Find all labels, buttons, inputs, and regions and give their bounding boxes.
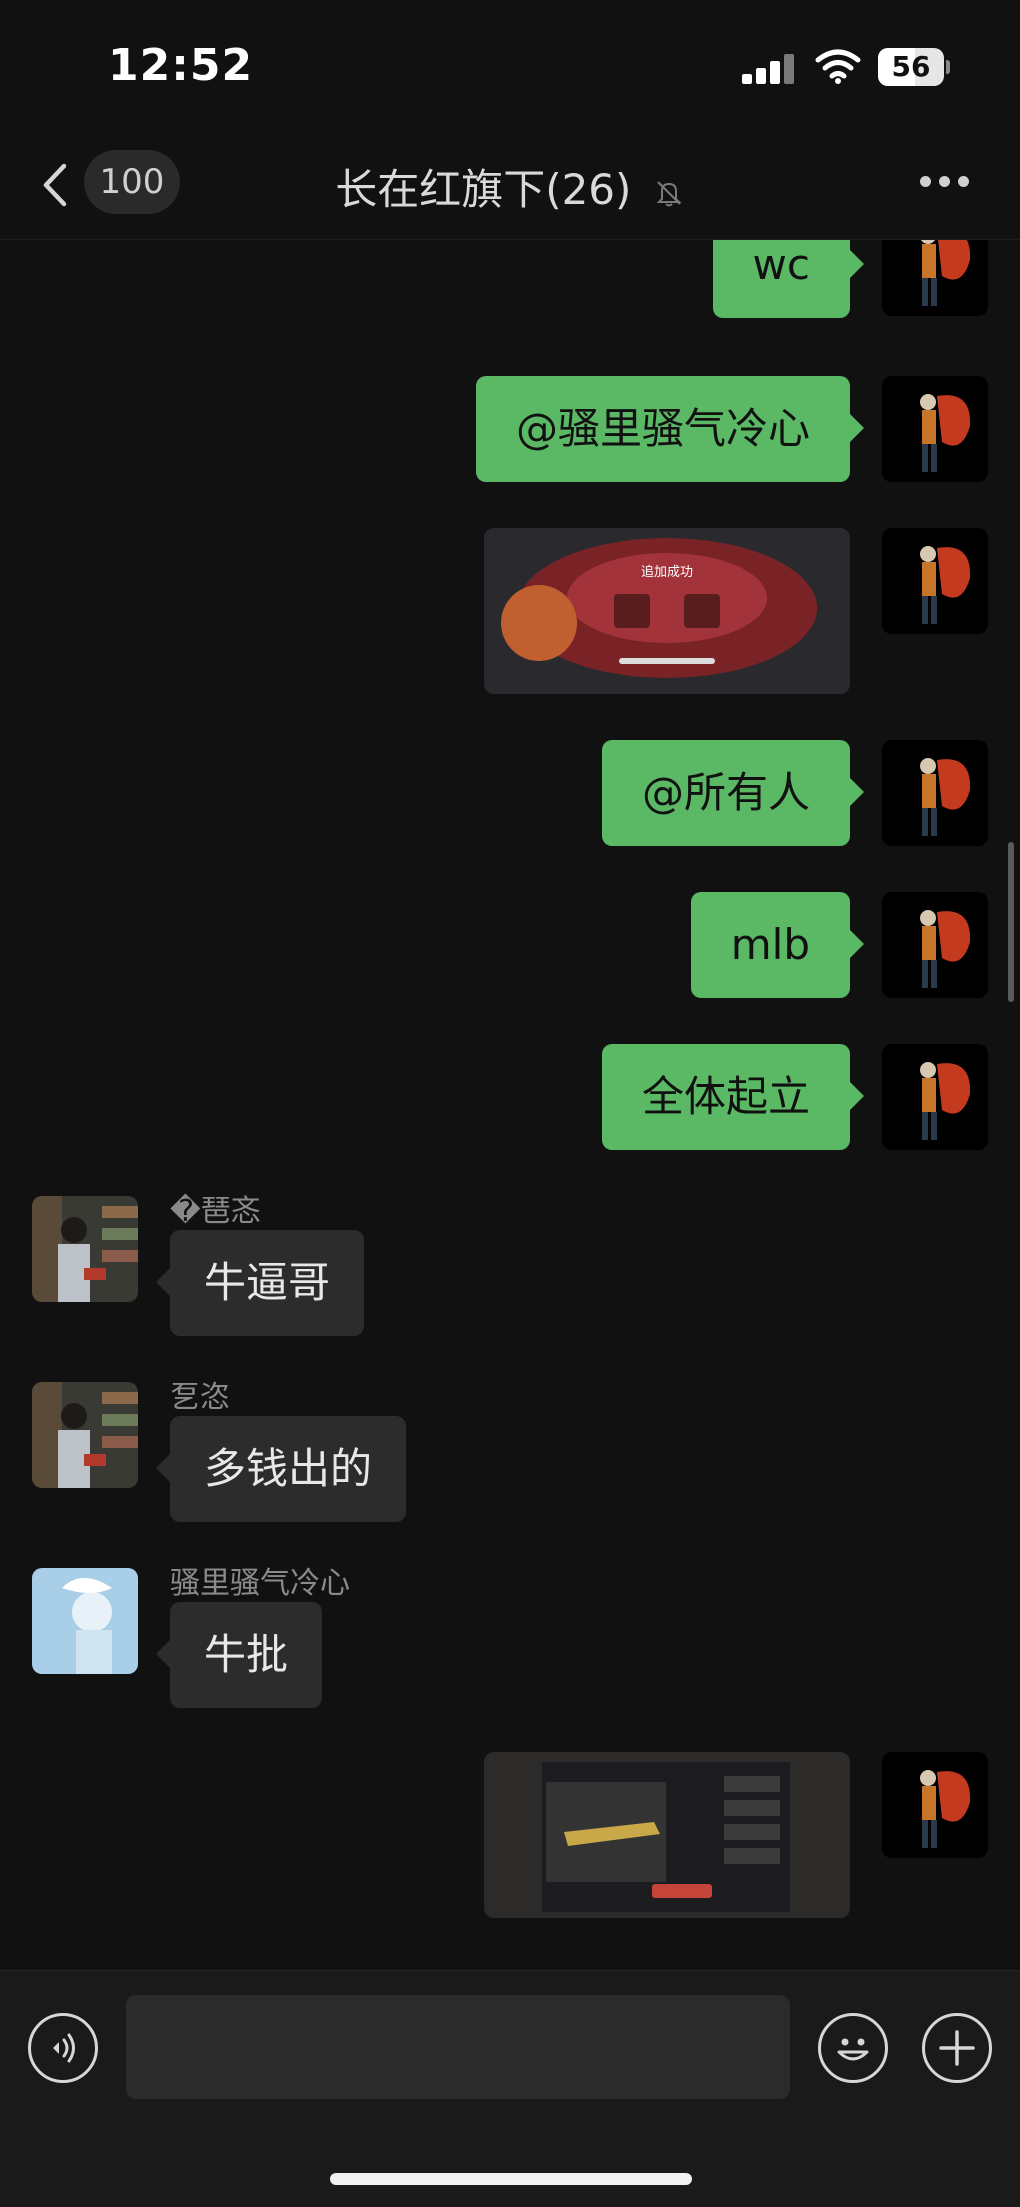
status-bar: 12:52 56 [0,0,1020,130]
member-avatar[interactable] [32,1382,138,1488]
my-avatar[interactable] [882,1044,988,1150]
member-avatar[interactable] [32,1196,138,1302]
cellular-signal-icon [742,52,798,84]
chat-title: 长在红旗下(26) [335,165,632,214]
message-bubble[interactable]: @所有人 [601,740,865,846]
home-indicator[interactable] [330,2173,692,2185]
my-avatar[interactable] [882,1752,988,1858]
scrollbar[interactable] [1008,842,1014,1002]
message-bubble[interactable]: 牛逼哥 [155,1230,365,1336]
sender-name: �琶忞 [170,1194,261,1229]
message-bubble[interactable]: 全体起立 [601,1044,865,1150]
my-avatar[interactable] [882,740,988,846]
sender-name: 骚里骚气冷心 [170,1566,350,1601]
mute-icon [656,180,682,206]
my-avatar[interactable] [882,376,988,482]
wifi-icon [815,49,861,84]
image-caption: 追加成功 [641,564,693,580]
sender-name: 乭恣 [170,1380,230,1415]
my-avatar[interactable] [882,892,988,998]
more-icon[interactable] [920,176,970,190]
plus-icon[interactable] [922,2013,992,2083]
input-bar [0,1970,1020,2207]
message-list[interactable]: wc @骚里骚气冷心 追加成功 @所有人 mlb 全体起立 �琶忞 牛逼哥 乭恣… [0,240,1020,1970]
message-bubble[interactable]: 多钱出的 [155,1416,407,1522]
battery-icon: 56 [878,48,950,86]
message-bubble[interactable]: mlb [690,892,865,998]
chat-header: 100 长在红旗下(26) [0,130,1020,240]
chat-title-wrap[interactable]: 长在红旗下(26) [0,156,1020,217]
message-input[interactable] [126,1995,790,2099]
image-message[interactable] [484,1752,850,1918]
clock: 12:52 [108,40,254,91]
image-message[interactable]: 追加成功 [484,528,850,694]
my-avatar[interactable] [882,528,988,634]
member-avatar[interactable] [32,1568,138,1674]
my-avatar[interactable] [882,240,988,316]
message-bubble[interactable]: 牛批 [155,1602,323,1708]
message-bubble[interactable]: @骚里骚气冷心 [475,376,865,482]
battery-level: 56 [891,50,931,83]
emoji-icon[interactable] [818,2013,888,2083]
voice-icon[interactable] [28,2013,98,2083]
message-bubble[interactable]: wc [712,240,865,318]
